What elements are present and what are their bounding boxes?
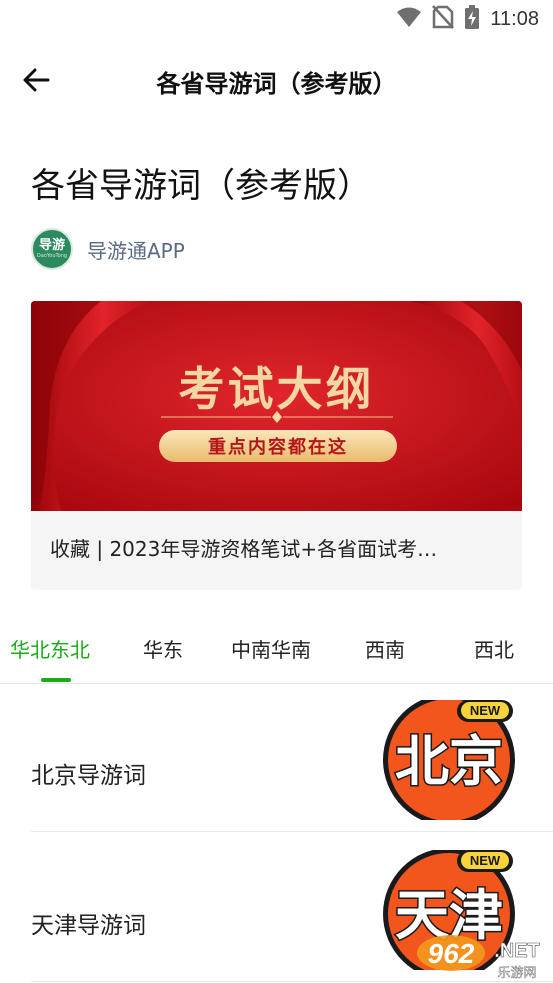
banner-image: 考试大纲 重点内容都在这: [31, 301, 522, 511]
card-caption: 收藏 | 2023年导游资格笔试+各省面试考…: [50, 537, 438, 561]
status-icons: 11:08: [396, 5, 539, 33]
tab-zhongnan-huanan[interactable]: 中南华南: [231, 634, 311, 663]
list-item-title: 天津导游词: [31, 913, 146, 939]
tab-huabei-dongbei[interactable]: 华北东北: [10, 634, 90, 663]
thumb-text: 北京: [395, 730, 503, 793]
author-name: 导游通APP: [87, 238, 185, 263]
battery-charging-icon: [464, 5, 480, 33]
tab-xibei[interactable]: 西北: [474, 634, 514, 663]
featured-article-card[interactable]: 考试大纲 重点内容都在这 收藏 | 2023年导游资格笔试+各省面试考…: [31, 301, 522, 590]
region-tabs: 华北东北 华东 中南华南 西南 西北: [0, 622, 553, 684]
watermark-suffix: .NET: [494, 940, 540, 962]
tab-xinan[interactable]: 西南: [365, 634, 405, 663]
tab-huadong[interactable]: 华东: [143, 634, 183, 663]
avatar-text: 导游: [38, 237, 65, 253]
app-bar: 各省导游词（参考版）: [0, 48, 553, 112]
status-time: 11:08: [490, 7, 539, 30]
banner-pill: 重点内容都在这: [159, 430, 397, 462]
no-sim-icon: [432, 5, 455, 33]
avatar-subtext: DaoYouTong: [36, 252, 68, 259]
app-bar-title: 各省导游词（参考版）: [156, 70, 397, 98]
list-item-thumbnail: NEW 北京: [383, 700, 515, 820]
watermark-site: 乐游网: [497, 966, 536, 981]
list-item[interactable]: 北京导游词 NEW 北京: [31, 700, 553, 832]
list-item-title: 北京导游词: [31, 763, 146, 789]
article-headline: 各省导游词（参考版）: [31, 166, 371, 206]
author-row[interactable]: 导游 DaoYouTong 导游通APP: [31, 228, 185, 270]
watermark-number: 962: [428, 938, 475, 969]
banner-title: 考试大纲: [178, 362, 375, 416]
new-badge: NEW: [470, 703, 501, 718]
status-bar: 11:08: [0, 0, 553, 40]
active-tab-indicator: [41, 678, 71, 682]
wifi-icon: [396, 6, 422, 32]
site-watermark: 962 .NET 乐游网: [417, 935, 540, 981]
avatar: 导游 DaoYouTong: [31, 228, 73, 270]
new-badge: NEW: [470, 853, 501, 868]
